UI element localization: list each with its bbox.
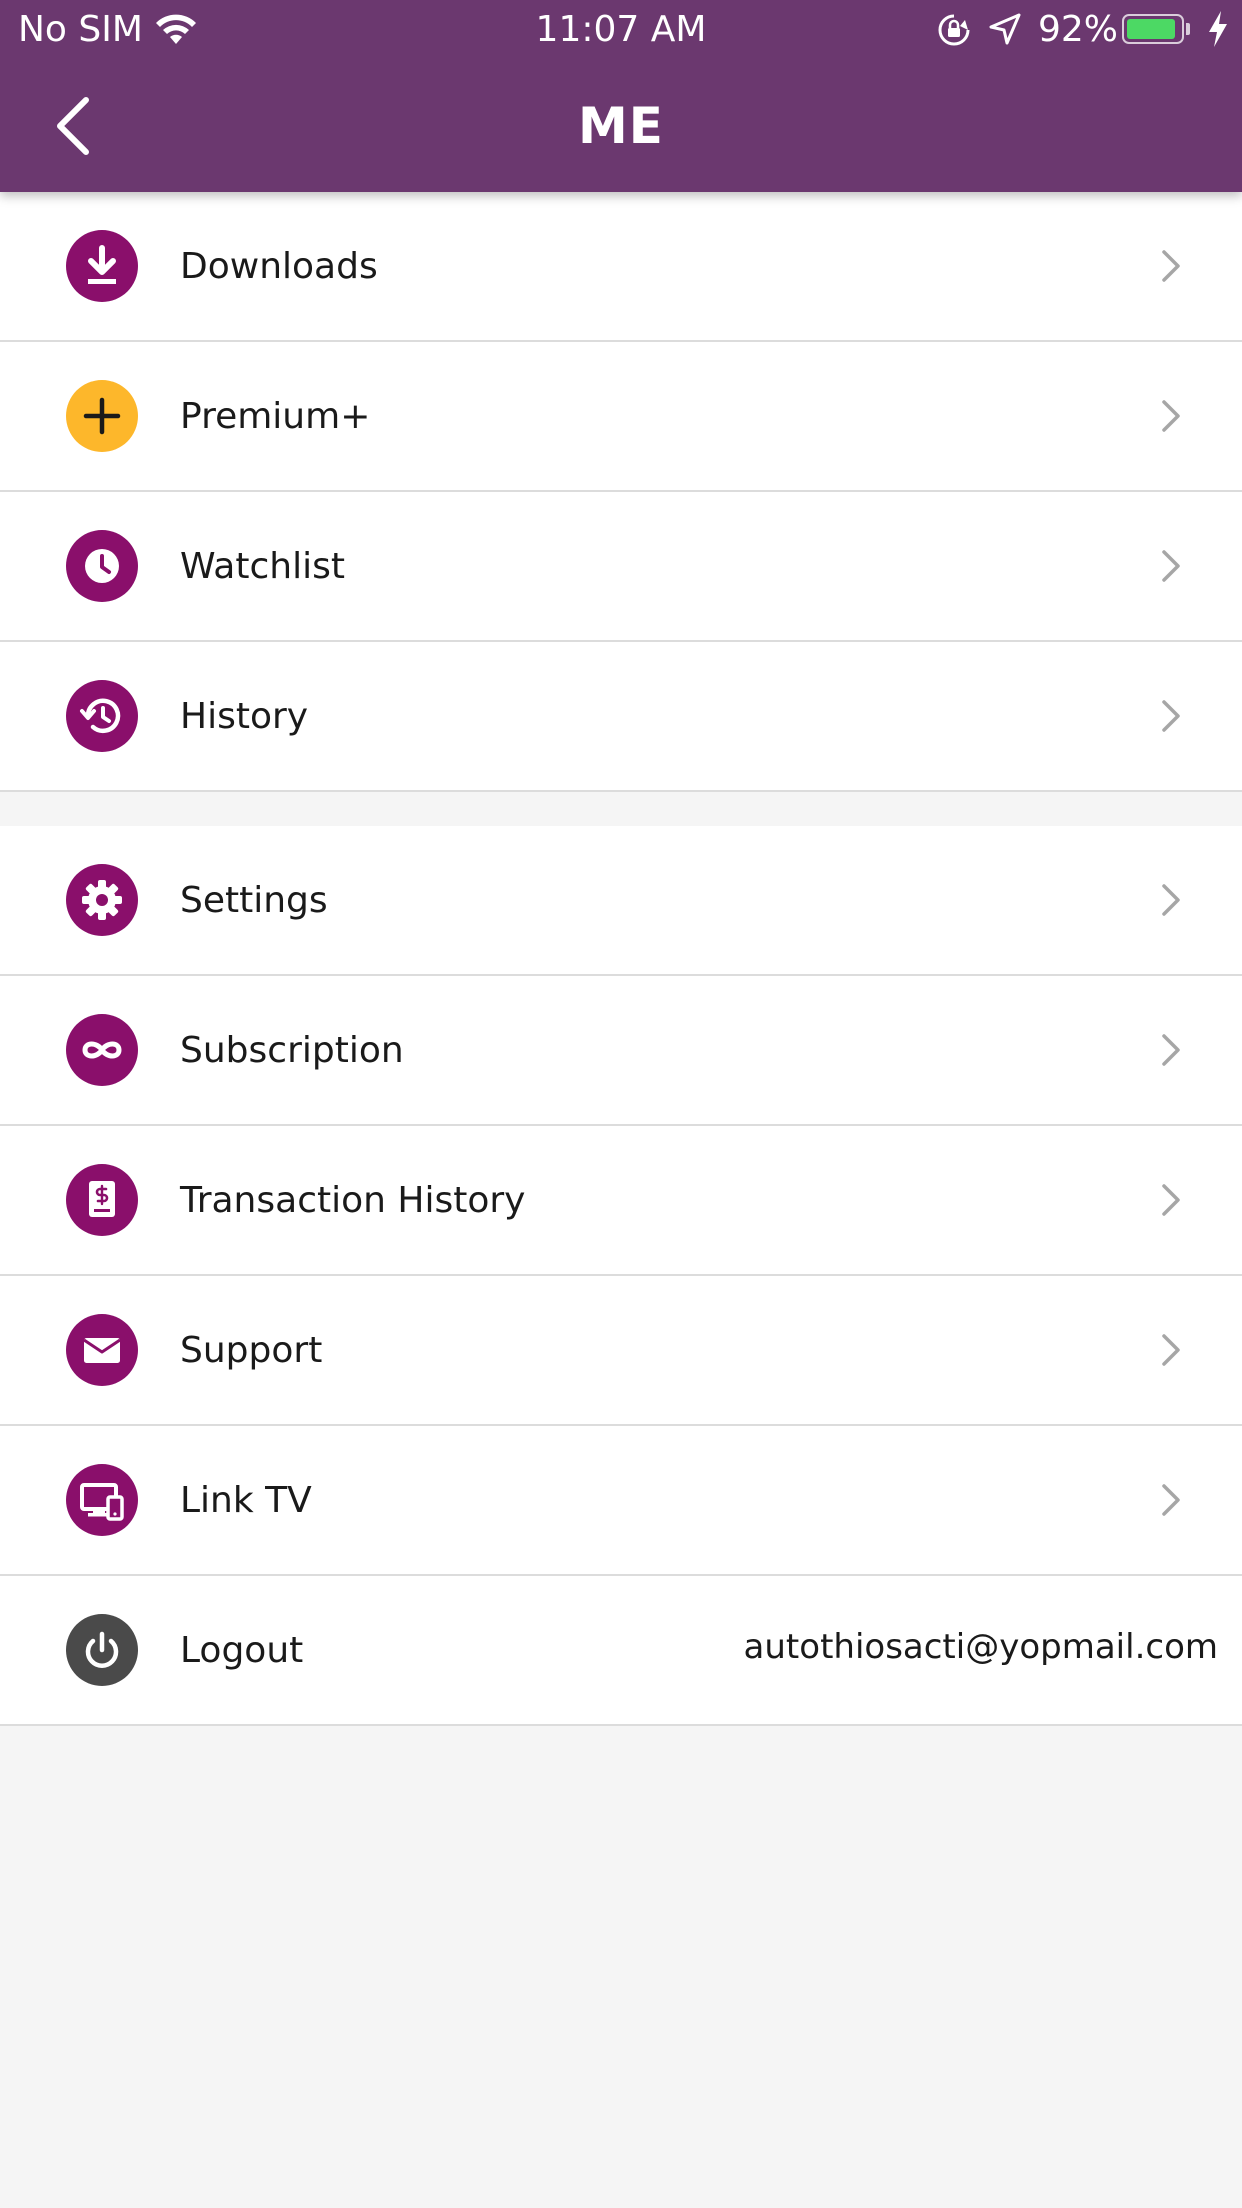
battery-tip	[1186, 23, 1190, 35]
history-icon	[66, 680, 138, 752]
menu-item-label: Transaction History	[180, 1180, 526, 1221]
menu-item-label: History	[180, 696, 309, 737]
plus-icon	[66, 380, 138, 452]
location-arrow-icon	[988, 12, 1022, 50]
menu-item-logout[interactable]: Logout autothiosacti@yopmail.com	[0, 1576, 1242, 1726]
menu-item-watchlist[interactable]: Watchlist	[0, 492, 1242, 642]
envelope-icon	[66, 1314, 138, 1386]
menu-item-history[interactable]: History	[0, 642, 1242, 792]
chevron-right-icon	[1158, 1182, 1184, 1222]
menu-item-label: Premium+	[180, 396, 371, 437]
menu-item-transaction-history[interactable]: Transaction History	[0, 1126, 1242, 1276]
chevron-right-icon	[1158, 1482, 1184, 1522]
download-icon	[66, 230, 138, 302]
devices-icon	[66, 1464, 138, 1536]
menu-item-label: Settings	[180, 880, 328, 921]
chevron-right-icon	[1158, 548, 1184, 588]
menu-item-link-tv[interactable]: Link TV	[0, 1426, 1242, 1576]
orientation-lock-icon	[936, 12, 972, 52]
receipt-dollar-icon	[66, 1164, 138, 1236]
power-icon	[66, 1614, 138, 1686]
menu-item-settings[interactable]: Settings	[0, 826, 1242, 976]
clock-icon	[66, 530, 138, 602]
chevron-right-icon	[1158, 248, 1184, 288]
menu-item-label: Downloads	[180, 246, 378, 287]
menu-item-support[interactable]: Support	[0, 1276, 1242, 1426]
app-header: No SIM 11:07 AM 92% ME	[0, 0, 1242, 192]
account-email: autothiosacti@yopmail.com	[743, 1627, 1218, 1667]
menu-item-label: Support	[180, 1330, 323, 1371]
gear-icon	[66, 864, 138, 936]
menu-item-label: Logout	[180, 1630, 304, 1671]
menu-item-label: Watchlist	[180, 546, 345, 587]
chevron-right-icon	[1158, 1032, 1184, 1072]
battery-icon	[1122, 14, 1184, 44]
page-title: ME	[578, 97, 664, 155]
infinity-icon	[66, 1014, 138, 1086]
charging-bolt-icon	[1206, 10, 1230, 52]
menu-item-subscription[interactable]: Subscription	[0, 976, 1242, 1126]
menu-item-downloads[interactable]: Downloads	[0, 192, 1242, 342]
menu-group-primary: Downloads Premium+ Watchlist History	[0, 192, 1242, 792]
battery-percent: 92%	[1038, 9, 1119, 50]
chevron-right-icon	[1158, 1332, 1184, 1372]
battery-level-fill	[1127, 19, 1175, 39]
menu-item-premium-plus[interactable]: Premium+	[0, 342, 1242, 492]
chevron-right-icon	[1158, 882, 1184, 922]
menu-group-secondary: Settings Subscription Transaction Histor…	[0, 826, 1242, 1726]
menu-item-label: Link TV	[180, 1480, 312, 1521]
chevron-right-icon	[1158, 398, 1184, 438]
menu-item-label: Subscription	[180, 1030, 404, 1071]
chevron-right-icon	[1158, 698, 1184, 738]
